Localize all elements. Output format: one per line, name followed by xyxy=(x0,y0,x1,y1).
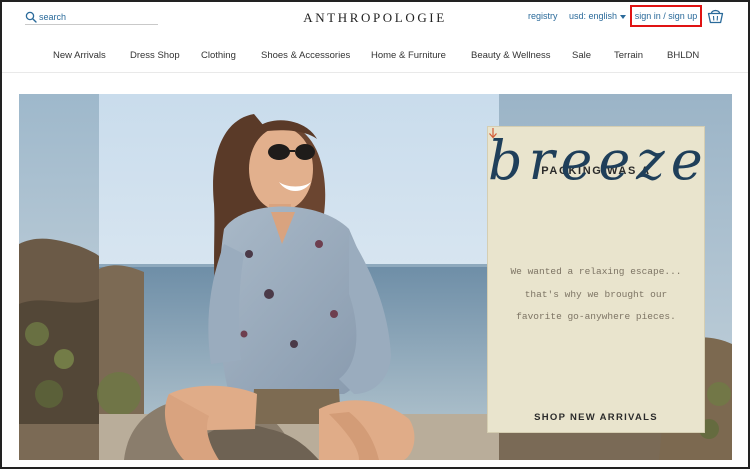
script-wordmark: breeze xyxy=(488,129,709,192)
promo-body: We wanted a relaxing escape... that's wh… xyxy=(488,261,704,329)
shop-new-arrivals-link[interactable]: SHOP NEW ARRIVALS xyxy=(488,412,704,423)
nav-beauty-wellness[interactable]: Beauty & Wellness xyxy=(471,50,551,61)
nav-bhldn[interactable]: BHLDN xyxy=(667,50,699,61)
nav-dress-shop[interactable]: Dress Shop xyxy=(130,50,180,61)
nav-shoes-accessories[interactable]: Shoes & Accessories xyxy=(261,50,350,61)
sign-in-label: sign in / sign up xyxy=(634,11,698,21)
hero-banner[interactable]: PACKING WAS A breeze We wanted a relaxin… xyxy=(19,94,732,460)
arrow-down-icon xyxy=(489,128,497,139)
nav-new-arrivals[interactable]: New Arrivals xyxy=(53,50,106,61)
nav-clothing[interactable]: Clothing xyxy=(201,50,236,61)
promo-body-line: We wanted a relaxing escape... xyxy=(510,266,682,277)
header-divider xyxy=(2,72,748,73)
promo-body-line: that's why we brought our xyxy=(524,288,668,300)
nav-terrain[interactable]: Terrain xyxy=(614,50,643,61)
site-header: ANTHROPOLOGIE registry usd: english sign… xyxy=(0,0,750,72)
currency-selector[interactable]: usd: english xyxy=(569,11,627,21)
currency-label: usd: english xyxy=(569,11,618,21)
promo-body-line: favorite go-anywhere pieces. xyxy=(516,311,676,322)
script-text: breeze xyxy=(488,129,709,192)
basket-icon[interactable] xyxy=(707,8,724,24)
promo-card: PACKING WAS A breeze We wanted a relaxin… xyxy=(487,126,705,433)
sign-in-link[interactable]: sign in / sign up xyxy=(630,5,702,27)
registry-link[interactable]: registry xyxy=(528,11,558,21)
nav-home-furniture[interactable]: Home & Furniture xyxy=(371,50,446,61)
chevron-down-icon xyxy=(620,14,627,19)
nav-sale[interactable]: Sale xyxy=(572,50,591,61)
